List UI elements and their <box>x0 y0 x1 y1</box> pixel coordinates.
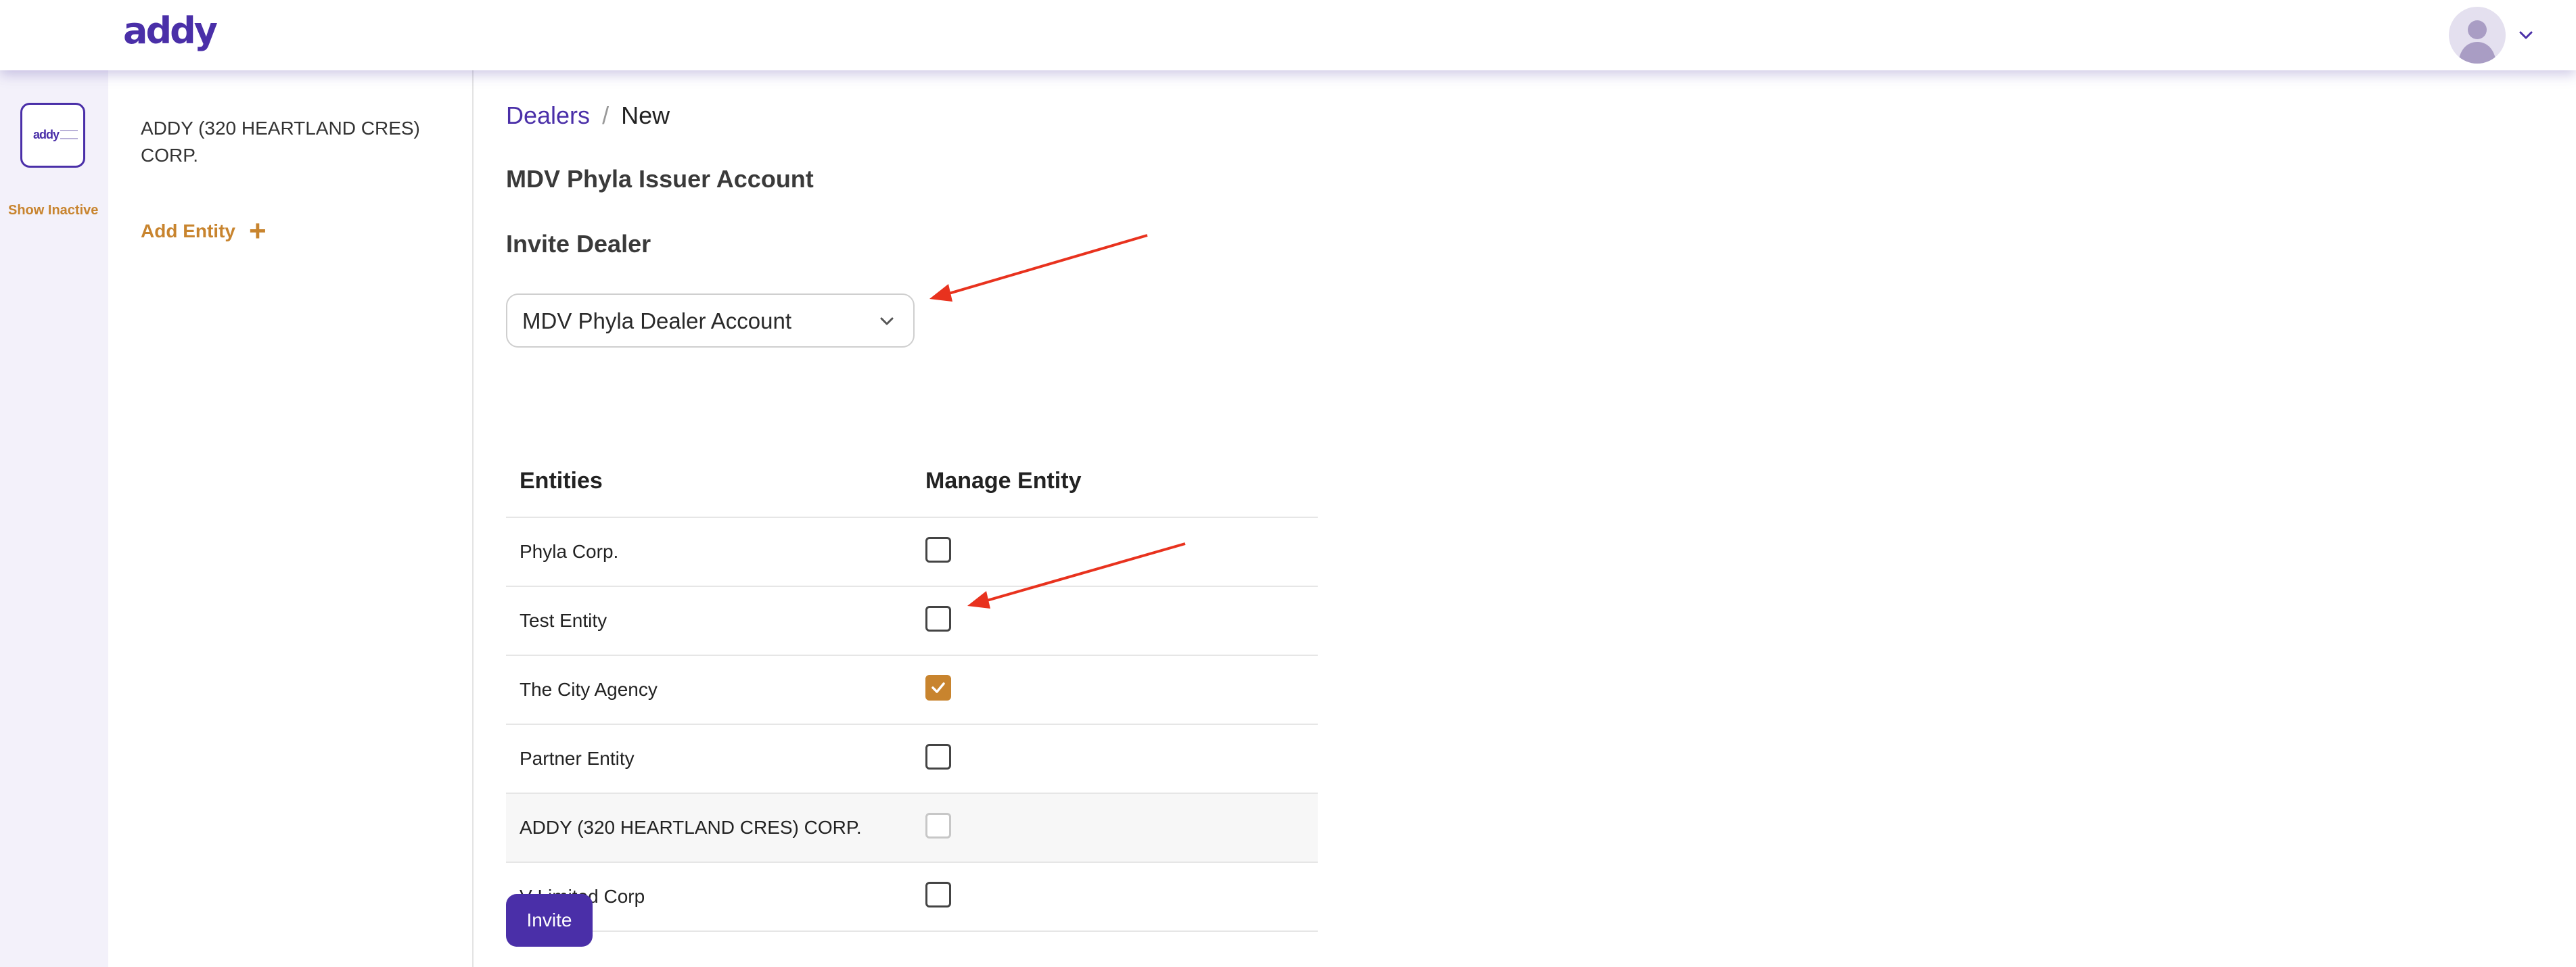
entities-table: Entities Manage Entity Phyla Corp. Test … <box>506 446 1318 932</box>
dealer-account-select[interactable]: MDV Phyla Dealer Account <box>506 293 915 348</box>
entity-name: ADDY (320 HEARTLAND CRES) CORP. <box>520 817 862 838</box>
entity-name: The City Agency <box>520 679 658 700</box>
tile-logo-text: addy <box>33 128 60 141</box>
entity-name: Phyla Corp. <box>520 541 619 562</box>
main-content: Dealers / New MDV Phyla Issuer Account I… <box>474 70 2576 967</box>
entity-logo-tile[interactable]: addy <box>20 103 85 168</box>
app-logo[interactable]: addy <box>123 9 218 52</box>
plus-icon: + <box>249 214 267 247</box>
user-silhouette-icon <box>2458 20 2496 64</box>
manage-entity-checkbox[interactable] <box>925 882 951 907</box>
top-bar: addy <box>0 0 2576 70</box>
table-row: Partner Entity <box>506 725 1318 794</box>
manage-entity-checkbox[interactable] <box>925 675 951 701</box>
invite-button[interactable]: Invite <box>506 894 593 947</box>
breadcrumb-dealers-link[interactable]: Dealers <box>506 101 590 130</box>
manage-entity-checkbox-disabled <box>925 813 951 839</box>
column-header-entities: Entities <box>520 468 603 494</box>
chevron-down-icon <box>880 317 894 325</box>
tile-logo-lines <box>60 130 78 139</box>
table-row: Phyla Corp. <box>506 518 1318 587</box>
checkmark-icon <box>932 682 945 693</box>
invite-dealer-heading: Invite Dealer <box>506 230 651 258</box>
breadcrumb: Dealers / New <box>506 101 670 130</box>
add-entity-label: Add Entity <box>141 220 235 241</box>
table-row: Test Entity <box>506 587 1318 656</box>
entity-rail: addy Show Inactive <box>0 70 108 967</box>
column-header-manage-entity: Manage Entity <box>925 468 1082 494</box>
entity-name: Test Entity <box>520 610 607 631</box>
table-row: The City Agency <box>506 656 1318 725</box>
issuer-account-title: MDV Phyla Issuer Account <box>506 165 814 193</box>
user-avatar[interactable] <box>2449 7 2506 64</box>
entity-name: Partner Entity <box>520 748 635 769</box>
manage-entity-checkbox[interactable] <box>925 606 951 632</box>
chevron-down-icon[interactable] <box>2516 26 2535 45</box>
manage-entity-checkbox[interactable] <box>925 744 951 770</box>
entity-sidebar: ADDY (320 HEARTLAND CRES) CORP. Add Enti… <box>108 70 474 967</box>
table-header: Entities Manage Entity <box>506 446 1318 518</box>
sidebar-entity-name[interactable]: ADDY (320 HEARTLAND CRES) CORP. <box>141 115 438 169</box>
manage-entity-checkbox[interactable] <box>925 537 951 563</box>
dealer-select-value: MDV Phyla Dealer Account <box>522 308 792 333</box>
breadcrumb-separator: / <box>602 101 610 129</box>
table-row: V Limited Corp <box>506 863 1318 932</box>
table-row: ADDY (320 HEARTLAND CRES) CORP. <box>506 794 1318 863</box>
show-inactive-link[interactable]: Show Inactive <box>8 203 98 218</box>
add-entity-button[interactable]: Add Entity + <box>141 214 267 247</box>
breadcrumb-current: New <box>621 101 670 129</box>
